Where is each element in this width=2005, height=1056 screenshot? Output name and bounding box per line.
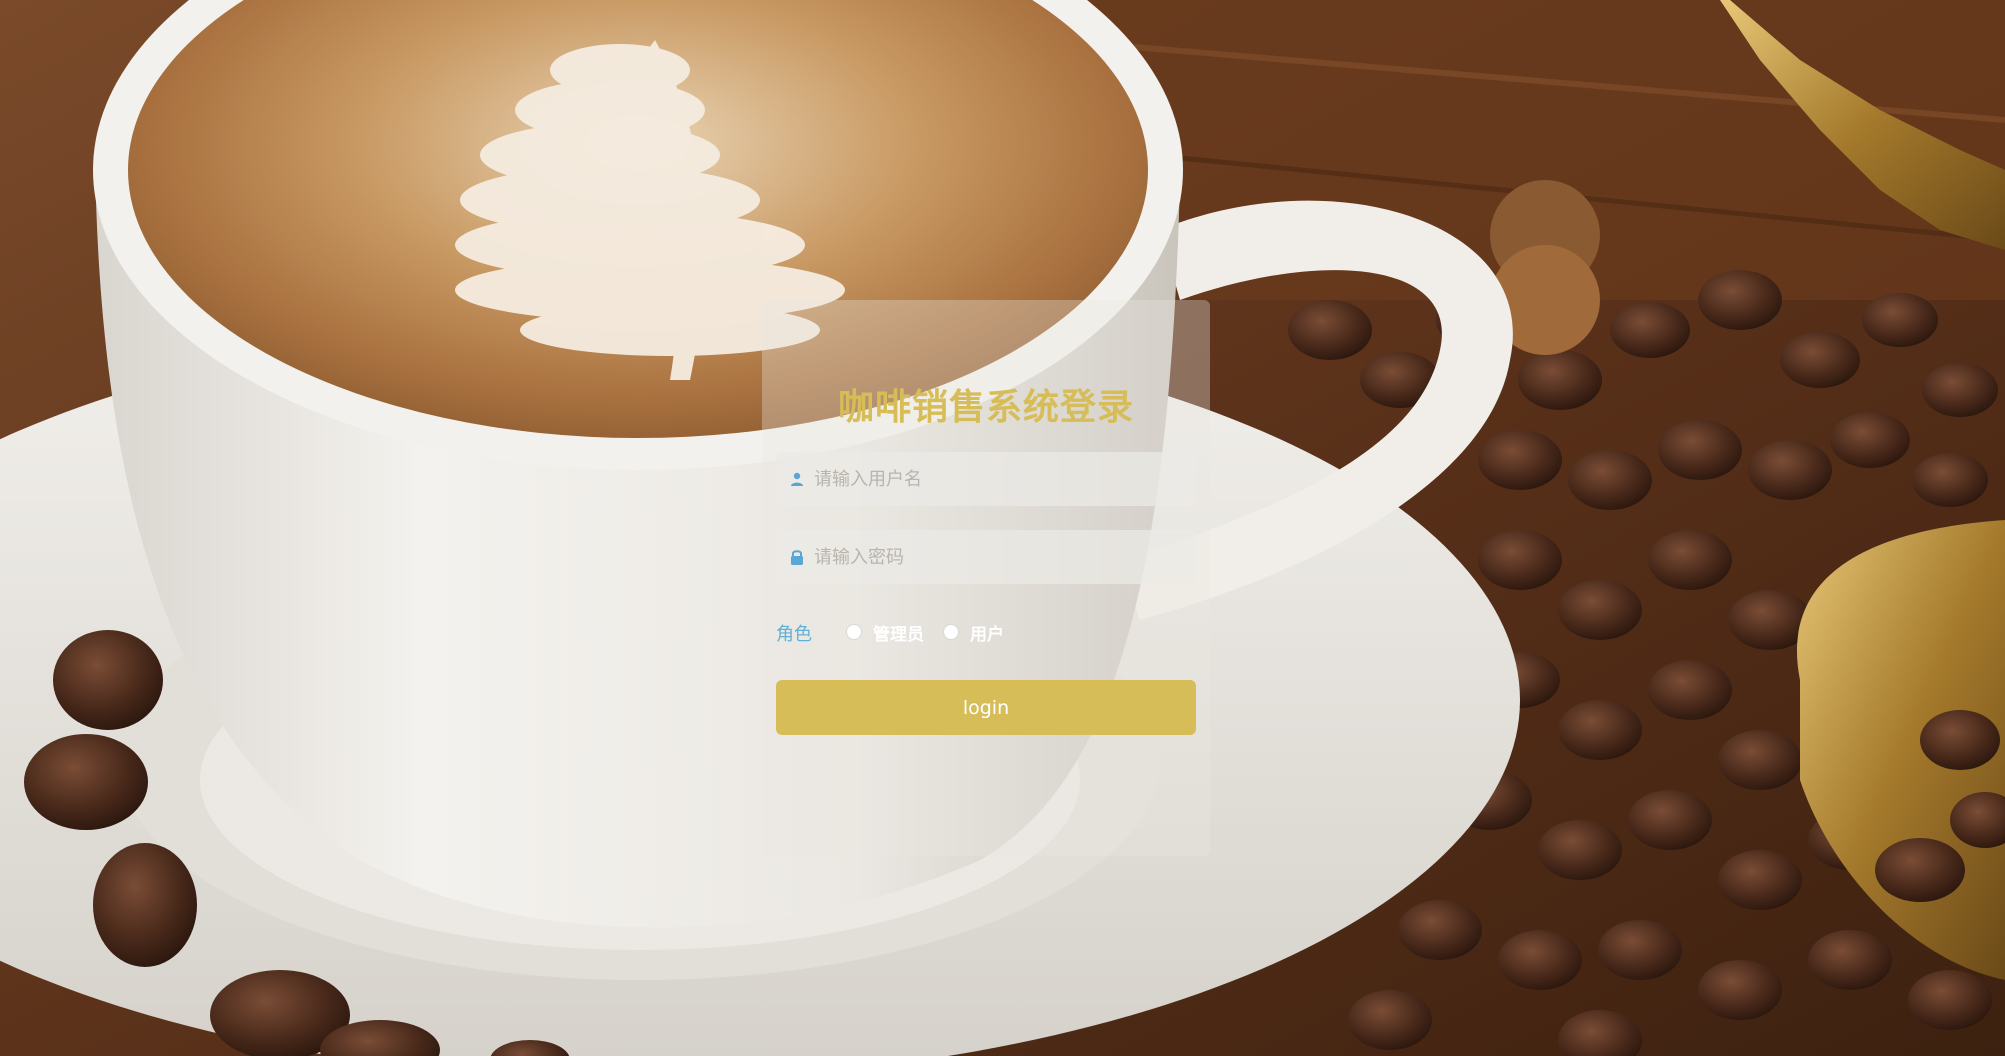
login-title: 咖啡销售系统登录 <box>837 387 1134 428</box>
username-input[interactable] <box>814 452 1184 506</box>
role-radio-user[interactable] <box>943 624 959 640</box>
username-field[interactable] <box>776 452 1196 506</box>
password-input[interactable] <box>814 530 1184 584</box>
role-option-admin-label[interactable]: 管理员 <box>873 620 924 645</box>
login-panel: 咖啡销售系统登录 角色 管理员 用户 login <box>762 300 1210 856</box>
role-selector: 角色 管理员 用户 <box>776 617 1196 647</box>
user-icon <box>791 472 803 486</box>
lock-icon <box>791 550 803 565</box>
role-radio-admin[interactable] <box>846 624 862 640</box>
role-option-user-label[interactable]: 用户 <box>970 620 1004 645</box>
login-page: 咖啡销售系统登录 角色 管理员 用户 login <box>0 0 2005 1056</box>
role-label: 角色 <box>776 624 812 645</box>
password-field[interactable] <box>776 530 1196 584</box>
login-button[interactable]: login <box>776 680 1196 735</box>
